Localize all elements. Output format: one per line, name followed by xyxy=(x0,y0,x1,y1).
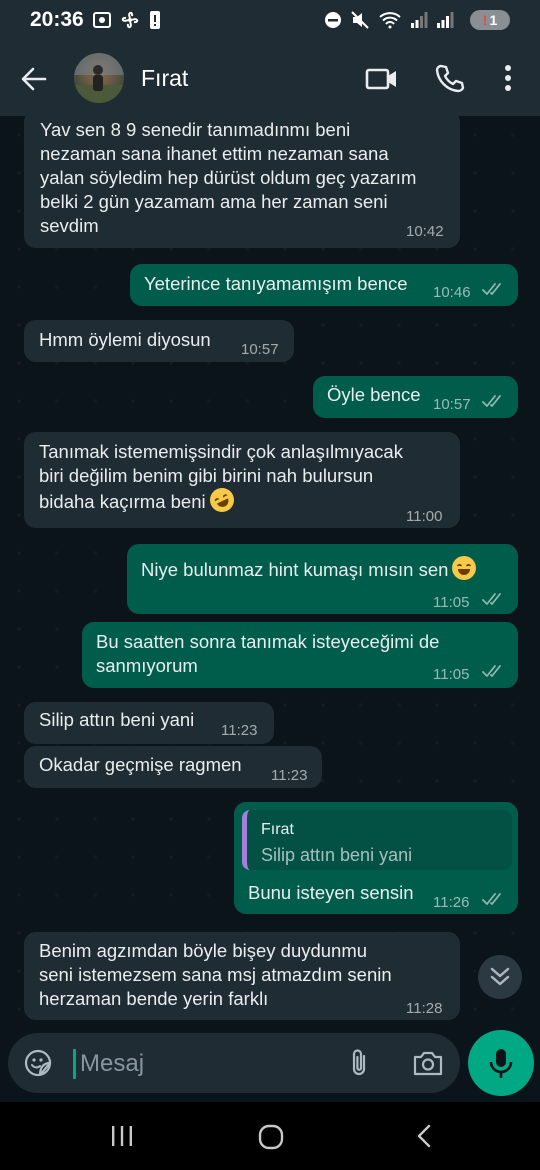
contact-name[interactable]: Fırat xyxy=(141,65,188,92)
read-ticks-icon xyxy=(482,665,501,677)
message-outgoing[interactable]: Fırat Silip attın beni yani Bunu isteyen… xyxy=(234,802,518,914)
chat-header: Fırat xyxy=(0,42,540,116)
sticker-smile-icon xyxy=(24,1049,52,1077)
screenshot-icon xyxy=(92,10,112,30)
read-ticks-icon xyxy=(482,893,501,905)
paperclip-icon xyxy=(352,1049,366,1076)
nav-back-button[interactable] xyxy=(414,1124,434,1148)
microphone-icon xyxy=(489,1049,513,1078)
quoted-message[interactable]: Fırat Silip attın beni yani xyxy=(242,810,512,870)
voice-call-button[interactable] xyxy=(434,62,466,94)
status-time: 20:36 xyxy=(30,8,84,31)
kebab-menu-icon xyxy=(505,65,511,91)
phone-icon xyxy=(435,64,465,93)
message-time: 10:57 xyxy=(241,341,279,358)
attach-button[interactable] xyxy=(346,1047,372,1079)
message-time: 11:00 xyxy=(406,508,443,525)
chevron-left-icon xyxy=(417,1124,431,1148)
message-text: Okadar geçmişe ragmen xyxy=(39,754,242,775)
rolling-laughing-emoji xyxy=(205,484,238,516)
avatar[interactable] xyxy=(74,53,124,103)
battery-badge: ! 1 xyxy=(470,10,510,30)
message-incoming[interactable]: Yav sen 8 9 senedir tanımadınmı beni nez… xyxy=(24,116,460,248)
fan-icon xyxy=(120,10,140,30)
message-incoming[interactable]: Okadar geçmişe ragmen 11:23 xyxy=(24,746,322,788)
message-time: 10:42 xyxy=(406,223,444,240)
do-not-disturb-icon xyxy=(324,11,342,29)
message-time: 11:23 xyxy=(221,722,258,739)
quoted-author: Fırat xyxy=(261,821,294,838)
message-text: Yeterince tanıyamamışım bence xyxy=(144,273,408,294)
message-outgoing[interactable]: Niye bulunmaz hint kumaşı mısın sen 11:0… xyxy=(127,544,518,614)
status-right-icons xyxy=(324,10,454,30)
avatar-image xyxy=(74,53,124,103)
double-chevron-down-icon xyxy=(490,967,510,986)
emoji-button[interactable] xyxy=(24,1049,52,1077)
back-button[interactable] xyxy=(18,63,50,95)
message-incoming[interactable]: Tanımak istememişsindir çok anlaşılmıyac… xyxy=(24,432,460,528)
video-camera-icon xyxy=(365,68,396,90)
message-input[interactable] xyxy=(78,1047,322,1081)
quoted-text: Silip attın beni yani xyxy=(261,845,413,865)
message-composer xyxy=(8,1033,460,1093)
message-text: Bunu isteyen sensin xyxy=(248,882,414,903)
home-button[interactable] xyxy=(258,1124,284,1150)
tears-of-joy-emoji xyxy=(452,556,477,580)
status-bar: 20:36 ! 1 xyxy=(0,0,540,42)
chat-area[interactable]: Yav sen 8 9 senedir tanımadınmı beni nez… xyxy=(0,116,540,1034)
recents-button[interactable] xyxy=(110,1124,134,1148)
signal-icon xyxy=(410,11,428,29)
message-text: Hmm öylemi diyosun xyxy=(39,329,211,350)
signal-icon-2 xyxy=(436,11,454,29)
message-incoming[interactable]: Benim agzımdan böyle bişey duydunmu seni… xyxy=(24,932,460,1020)
alert-icon xyxy=(148,10,162,30)
message-text: Silip attın beni yani xyxy=(39,709,195,730)
voice-message-button[interactable] xyxy=(468,1030,534,1096)
system-navigation-bar xyxy=(0,1102,540,1170)
message-time: 11:28 xyxy=(406,1000,443,1017)
message-time: 11:05 xyxy=(433,666,470,683)
read-ticks-icon xyxy=(482,593,501,605)
message-text: Tanımak istememişsindir çok anlaşılmıyac… xyxy=(39,440,403,516)
read-ticks-icon xyxy=(482,283,501,295)
arrow-left-icon xyxy=(21,67,47,91)
recents-icon xyxy=(112,1126,132,1146)
read-ticks-icon xyxy=(482,395,501,407)
message-time: 10:57 xyxy=(433,396,471,413)
message-text: Benim agzımdan böyle bişey duydunmu seni… xyxy=(39,940,392,1009)
message-outgoing[interactable]: Öyle bence 10:57 xyxy=(313,376,518,418)
status-left-icons xyxy=(92,10,162,30)
battery-warning-icon: ! xyxy=(482,12,488,28)
message-incoming[interactable]: Silip attın beni yani 11:23 xyxy=(24,702,274,744)
message-text: Niye bulunmaz hint kumaşı mısın sen xyxy=(141,556,477,582)
wifi-icon xyxy=(378,10,402,30)
message-text: Yav sen 8 9 senedir tanımadınmı beni nez… xyxy=(40,119,417,236)
message-time: 10:46 xyxy=(433,284,471,301)
text-cursor xyxy=(73,1049,76,1079)
message-text: Öyle bence xyxy=(327,384,421,405)
camera-button[interactable] xyxy=(412,1049,444,1077)
message-incoming[interactable]: Hmm öylemi diyosun 10:57 xyxy=(24,320,294,362)
message-time: 11:23 xyxy=(271,767,308,784)
video-call-button[interactable] xyxy=(365,64,399,94)
camera-icon xyxy=(413,1051,443,1076)
scroll-to-bottom-button[interactable] xyxy=(478,955,522,999)
message-outgoing[interactable]: Bu saatten sonra tanımak isteyeceğimi de… xyxy=(82,622,518,688)
message-time: 11:26 xyxy=(433,894,470,911)
more-options-button[interactable] xyxy=(500,62,516,94)
mute-icon xyxy=(350,10,370,30)
battery-count: 1 xyxy=(489,12,498,28)
message-time: 11:05 xyxy=(433,594,470,611)
message-outgoing[interactable]: Yeterince tanıyamamışım bence 10:46 xyxy=(130,264,518,306)
message-text: Bu saatten sonra tanımak isteyeceğimi de… xyxy=(96,631,440,676)
home-icon xyxy=(258,1124,284,1150)
